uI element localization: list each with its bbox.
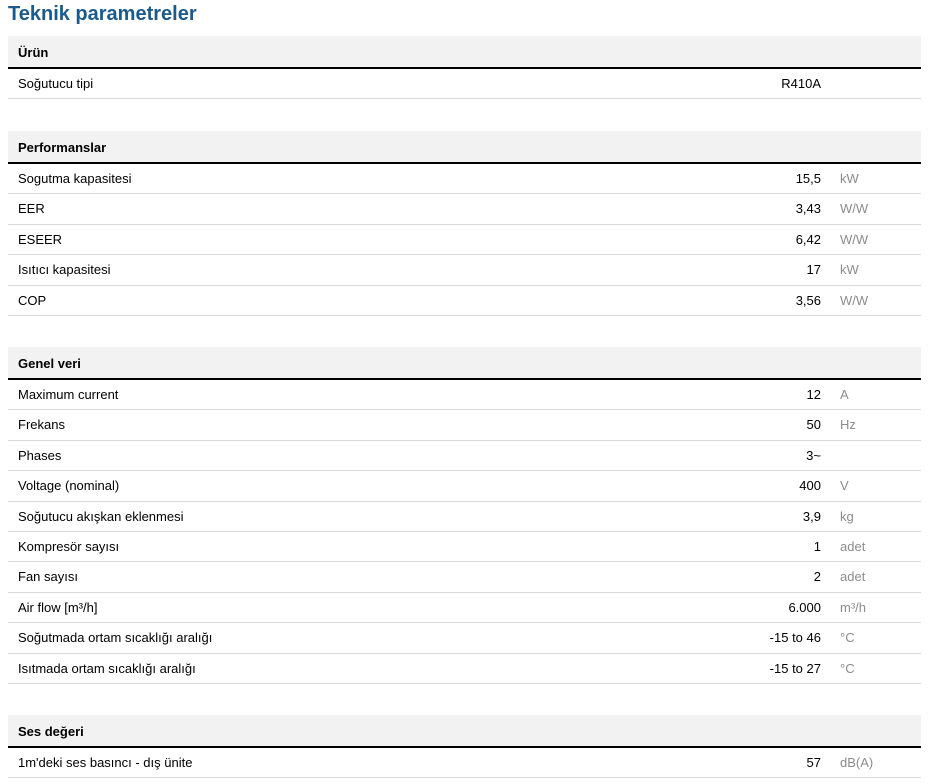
row-value: 12 — [806, 387, 821, 402]
technical-parameters-page: Teknik parametreler Ürün Soğutucu tipi R… — [0, 0, 936, 784]
table-row: Soğutucu akışkan eklenmesi 3,9 kg — [8, 502, 921, 532]
section-header: Ürün — [8, 36, 921, 69]
row-value: 57 — [806, 755, 821, 770]
section-header: Ses değeri — [8, 715, 921, 748]
table-row: 1m'deki ses basıncı - dış ünite 57 dB(A) — [8, 748, 921, 779]
row-label: Soğutucu tipi — [18, 76, 94, 91]
row-unit: °C — [840, 630, 855, 646]
row-value: -15 to 46 — [769, 630, 821, 646]
section-header: Genel veri — [8, 347, 921, 380]
row-unit: °C — [840, 660, 855, 676]
table-row: Maximum current 12 A — [8, 380, 921, 411]
row-unit: kW — [840, 171, 859, 186]
row-label: Isıtıcı kapasitesi — [18, 262, 111, 278]
row-value: 1 — [813, 538, 821, 554]
row-unit: m³/h — [840, 599, 866, 615]
table-row: Frekans 50 Hz — [8, 410, 921, 441]
table-row: Fan sayısı 2 adet — [8, 562, 921, 593]
row-unit: W/W — [840, 201, 869, 217]
row-label: Fan sayısı — [18, 569, 78, 585]
table-row: ESEER 6,42 W/W — [8, 225, 921, 256]
row-label: Maximum current — [18, 387, 119, 402]
table-row: Voltage (nominal) 400 V — [8, 471, 921, 502]
table-row: Isıtıcı kapasitesi 17 kW — [8, 255, 921, 286]
row-label: Soğutucu akışkan eklenmesi — [18, 508, 184, 524]
row-value: 2 — [813, 569, 821, 585]
table-row: Soğutmada ortam sıcaklığı aralığı -15 to… — [8, 623, 921, 654]
row-unit: dB(A) — [840, 755, 874, 770]
row-label: 1m'deki ses basıncı - dış ünite — [18, 755, 193, 770]
row-label: Kompresör sayısı — [18, 538, 120, 554]
row-unit: Hz — [840, 417, 856, 433]
row-label: Soğutmada ortam sıcaklığı aralığı — [18, 630, 213, 646]
row-label: COP — [18, 292, 47, 308]
table-row: Air flow [m³/h] 6.000 m³/h — [8, 593, 921, 624]
table-row: Kompresör sayısı 1 adet — [8, 532, 921, 563]
row-label: Phases — [18, 447, 62, 463]
row-label: Air flow [m³/h] — [18, 599, 98, 615]
row-value: -15 to 27 — [769, 660, 821, 676]
row-value: 15,5 — [795, 171, 821, 186]
row-value: 3,9 — [802, 508, 821, 524]
row-unit: A — [840, 387, 849, 402]
table-row: Sogutma kapasitesi 15,5 kW — [8, 164, 921, 195]
row-label: Voltage (nominal) — [18, 478, 120, 494]
row-unit: kW — [840, 262, 859, 278]
row-value: 50 — [806, 417, 821, 433]
table-row: EER 3,43 W/W — [8, 194, 921, 225]
page-title: Teknik parametreler — [8, 3, 197, 25]
table-row: COP 3,56 W/W — [8, 286, 921, 316]
row-value: R410A — [781, 76, 821, 91]
row-unit: W/W — [840, 231, 869, 247]
row-label: Isıtmada ortam sıcaklığı aralığı — [18, 660, 196, 676]
table-row: Soğutucu tipi R410A — [8, 69, 921, 100]
row-value: 3,56 — [795, 292, 821, 308]
table-row: Isıtmada ortam sıcaklığı aralığı -15 to … — [8, 654, 921, 684]
row-unit: adet — [840, 538, 866, 554]
row-unit: W/W — [840, 292, 869, 308]
section-header: Performanslar — [8, 131, 921, 164]
table-row: Phases 3~ — [8, 441, 921, 472]
row-value: 400 — [799, 478, 821, 494]
row-label: EER — [18, 201, 45, 217]
row-value: 6.000 — [788, 599, 821, 615]
section-product: Ürün Soğutucu tipi R410A — [8, 36, 921, 100]
row-unit: adet — [840, 569, 866, 585]
row-value: 3~ — [806, 447, 821, 463]
section-general-data: Genel veri Maximum current 12 A Frekans … — [8, 347, 921, 684]
section-sound-values: Ses değeri 1m'deki ses basıncı - dış üni… — [8, 715, 921, 779]
row-value: 6,42 — [795, 231, 821, 247]
row-label: Sogutma kapasitesi — [18, 171, 132, 186]
row-unit: kg — [840, 508, 854, 524]
row-label: Frekans — [18, 417, 65, 433]
row-unit: V — [840, 478, 849, 494]
section-performance: Performanslar Sogutma kapasitesi 15,5 kW… — [8, 131, 921, 316]
row-value: 17 — [806, 262, 821, 278]
row-label: ESEER — [18, 231, 63, 247]
row-value: 3,43 — [795, 201, 821, 217]
